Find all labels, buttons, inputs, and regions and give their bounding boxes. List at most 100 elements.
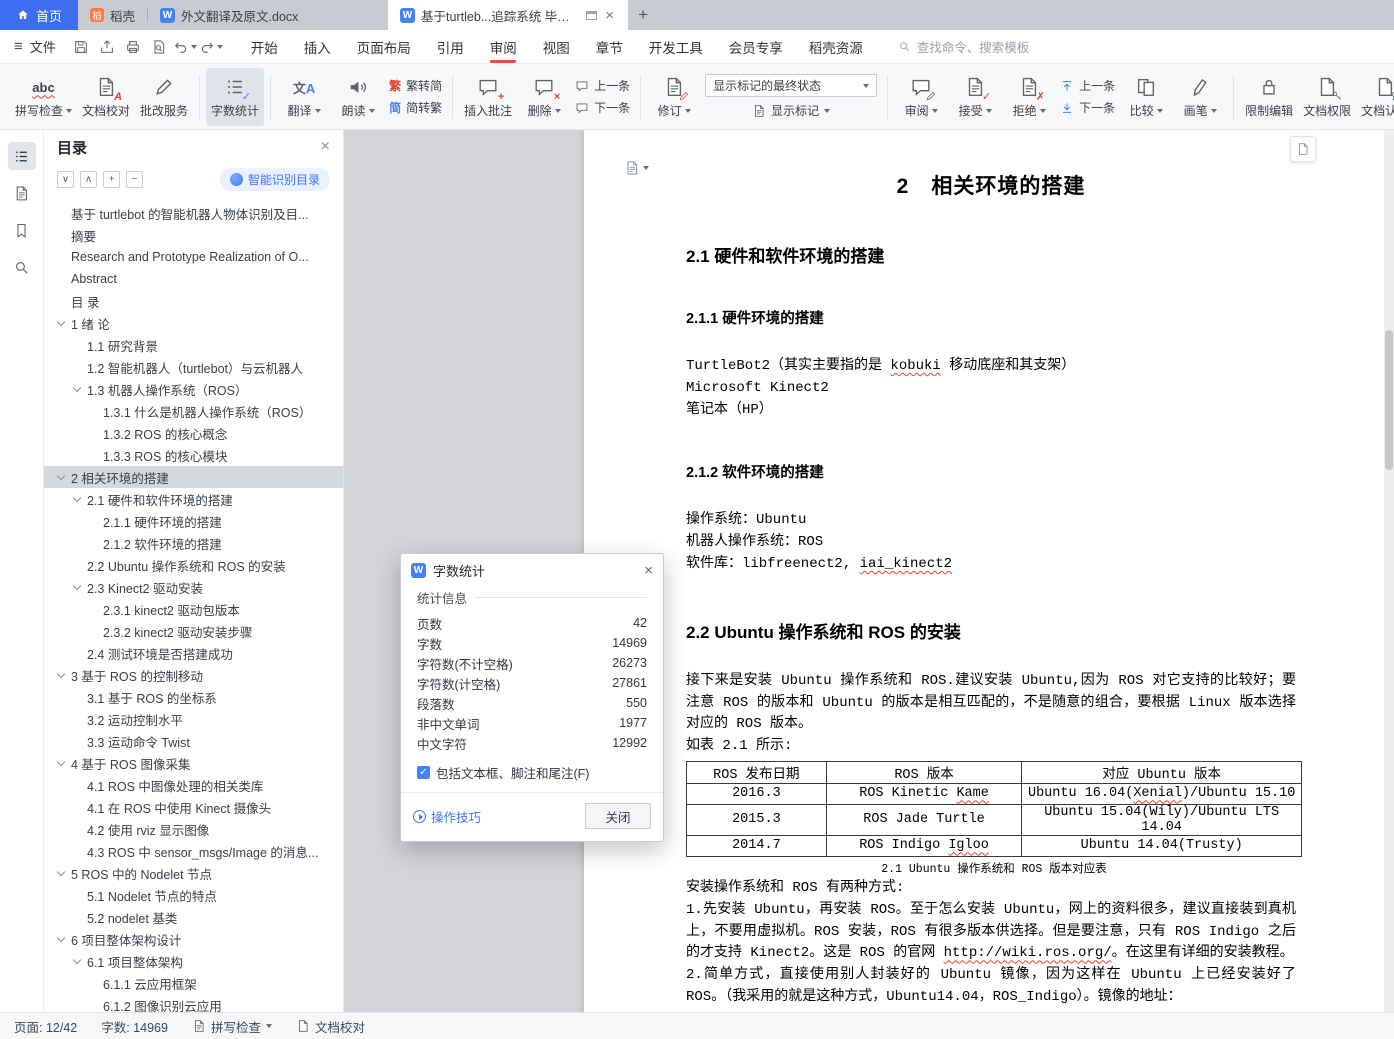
file-menu-button[interactable]: ≡ 文件: [0, 37, 68, 56]
proofread-status[interactable]: 文档校对: [296, 1017, 365, 1036]
toc-item[interactable]: 2.3 Kinect2 驱动安装: [44, 576, 343, 598]
toc-item[interactable]: 3.1 基于 ROS 的坐标系: [44, 686, 343, 708]
trad-to-simp-button[interactable]: 繁繁转简: [389, 77, 442, 94]
toc-item[interactable]: 5.2 nodelet 基类: [44, 906, 343, 928]
undo-dropdown-caret[interactable]: [190, 44, 197, 49]
document-permission-button[interactable]: 文档权限: [1298, 68, 1356, 126]
menu-tab-insert[interactable]: 插入: [291, 30, 344, 64]
menu-tab-review[interactable]: 审阅: [477, 30, 530, 64]
toc-item[interactable]: 2.1 硬件和软件环境的搭建: [44, 488, 343, 510]
reject-button[interactable]: ✗ 拒绝: [1002, 68, 1056, 126]
print-button[interactable]: [120, 34, 146, 60]
document-area[interactable]: 2 相关环境的搭建 2.1 硬件和软件环境的搭建 2.1.1 硬件环境的搭建 Turt…: [344, 130, 1394, 1012]
toc-item[interactable]: 2 相关环境的搭建: [44, 466, 343, 488]
toc-item[interactable]: 1.1 研究背景: [44, 334, 343, 356]
accept-button[interactable]: ✓ 接受: [948, 68, 1002, 126]
toc-item[interactable]: 2.4 测试环境是否搭建成功: [44, 642, 343, 664]
toc-item[interactable]: 摘要: [44, 224, 343, 246]
save-button[interactable]: [68, 34, 94, 60]
chevron-down-icon[interactable]: [72, 493, 82, 502]
close-tab-icon[interactable]: ×: [603, 8, 616, 23]
print-preview-button[interactable]: [146, 34, 172, 60]
toc-item[interactable]: 6.1 项目整体架构: [44, 950, 343, 972]
spellcheck-status[interactable]: 拼写检查: [192, 1017, 272, 1036]
show-markup-button[interactable]: 显示标记: [705, 102, 877, 119]
document-tab-2[interactable]: W 基于turtleb...追踪系统 毕业论文 ×: [388, 0, 629, 30]
toc-item[interactable]: 4.3 ROS 中 sensor_msgs/Image 的消息...: [44, 840, 343, 862]
toc-item[interactable]: Research and Prototype Realization of O.…: [44, 246, 343, 268]
toc-item[interactable]: 1.3.1 什么是机器人操作系统（ROS）: [44, 400, 343, 422]
page-setup-button[interactable]: [624, 160, 649, 176]
document-tab-1[interactable]: W 外文翻译及原文.docx: [148, 0, 388, 30]
redo-button[interactable]: [198, 34, 224, 60]
chevron-down-icon[interactable]: [56, 471, 66, 480]
menu-tab-dev-tools[interactable]: 开发工具: [636, 30, 716, 64]
redo-dropdown-caret[interactable]: [216, 44, 223, 49]
toc-item[interactable]: 4.1 ROS 中图像处理的相关类库: [44, 774, 343, 796]
toc-item[interactable]: 3.3 运动命令 Twist: [44, 730, 343, 752]
chevron-down-icon[interactable]: [56, 933, 66, 942]
spellcheck-button[interactable]: abc 拼写检查: [10, 68, 77, 126]
toc-item[interactable]: 1.3.3 ROS 的核心模块: [44, 444, 343, 466]
toc-item[interactable]: 2.3.1 kinect2 驱动包版本: [44, 598, 343, 620]
toc-item[interactable]: 4 基于 ROS 图像采集: [44, 752, 343, 774]
home-tab[interactable]: 首页: [0, 0, 79, 30]
collapse-all-button[interactable]: ∧: [80, 170, 97, 188]
toc-item[interactable]: 6.1.2 图像识别云应用: [44, 994, 343, 1013]
navigation-panel-button[interactable]: [8, 179, 36, 207]
menu-tab-start[interactable]: 开始: [238, 30, 291, 64]
next-change-button[interactable]: 下一条: [1060, 99, 1115, 116]
toc-item[interactable]: 2.3.2 kinect2 驱动安装步骤: [44, 620, 343, 642]
toc-item[interactable]: Abstract: [44, 268, 343, 290]
export-button[interactable]: [94, 34, 120, 60]
prev-comment-button[interactable]: 上一条: [575, 77, 630, 94]
include-textbox-checkbox[interactable]: ✓ 包括文本框、脚注和尾注(F): [417, 763, 647, 782]
prev-change-button[interactable]: 上一条: [1060, 77, 1115, 94]
menu-tab-view[interactable]: 视图: [530, 30, 583, 64]
dialog-close-icon[interactable]: ×: [644, 562, 653, 579]
chevron-down-icon[interactable]: [56, 669, 66, 678]
compare-button[interactable]: 比较: [1119, 68, 1173, 126]
correction-service-button[interactable]: 批改服务: [135, 68, 193, 126]
word-count-indicator[interactable]: 字数: 14969: [101, 1017, 168, 1036]
dialog-header[interactable]: W 字数统计 ×: [401, 554, 663, 586]
chevron-down-icon[interactable]: [72, 383, 82, 392]
document-page[interactable]: 2 相关环境的搭建 2.1 硬件和软件环境的搭建 2.1.1 硬件环境的搭建 Turt…: [584, 130, 1384, 1012]
insert-comment-button[interactable]: + 插入批注: [459, 68, 517, 126]
smart-toc-button[interactable]: 智能识别目录: [219, 167, 330, 191]
menu-tab-page-layout[interactable]: 页面布局: [344, 30, 424, 64]
toc-item[interactable]: 3.2 运动控制水平: [44, 708, 343, 730]
toc-item[interactable]: 2.2 Ubuntu 操作系统和 ROS 的安装: [44, 554, 343, 576]
document-proofread-button[interactable]: A 文档校对: [77, 68, 135, 126]
docer-tab[interactable]: 稻 稻壳: [78, 0, 147, 30]
track-changes-button[interactable]: 修订: [647, 68, 701, 126]
bookmark-panel-button[interactable]: [8, 216, 36, 244]
find-panel-button[interactable]: [8, 253, 36, 281]
translate-button[interactable]: 文A 翻译: [277, 68, 331, 126]
expand-level-button[interactable]: +: [103, 170, 120, 188]
toc-item[interactable]: 1.3.2 ROS 的核心概念: [44, 422, 343, 444]
toc-item[interactable]: 2.1.2 软件环境的搭建: [44, 532, 343, 554]
toc-item[interactable]: 4.2 使用 rviz 显示图像: [44, 818, 343, 840]
dialog-close-button[interactable]: 关闭: [585, 803, 651, 829]
chevron-down-icon[interactable]: [72, 581, 82, 590]
menu-tab-member[interactable]: 会员专享: [716, 30, 796, 64]
toc-item[interactable]: 基于 turtlebot 的智能机器人物体识别及目...: [44, 202, 343, 224]
toc-item[interactable]: 6.1.1 云应用框架: [44, 972, 343, 994]
toc-item[interactable]: 5.1 Nodelet 节点的特点: [44, 884, 343, 906]
floating-tool-button[interactable]: [1290, 136, 1316, 162]
delete-comment-button[interactable]: × 删除: [517, 68, 571, 126]
document-certification-button[interactable]: 文档认证: [1356, 68, 1394, 126]
chevron-down-icon[interactable]: [56, 317, 66, 326]
chevron-down-icon[interactable]: [72, 955, 82, 964]
command-search[interactable]: 查找命令、搜索模板: [898, 37, 1029, 56]
new-tab-button[interactable]: +: [628, 0, 658, 30]
toc-item[interactable]: 3 基于 ROS 的控制移动: [44, 664, 343, 686]
toc-item[interactable]: 目 录: [44, 290, 343, 312]
toc-item[interactable]: 1.3 机器人操作系统（ROS）: [44, 378, 343, 400]
toc-close-icon[interactable]: ×: [321, 138, 330, 156]
read-aloud-button[interactable]: 朗读: [331, 68, 385, 126]
collapse-level-button[interactable]: −: [126, 170, 143, 188]
vertical-scrollbar[interactable]: [1384, 130, 1394, 1012]
restrict-editing-button[interactable]: 限制编辑: [1240, 68, 1298, 126]
